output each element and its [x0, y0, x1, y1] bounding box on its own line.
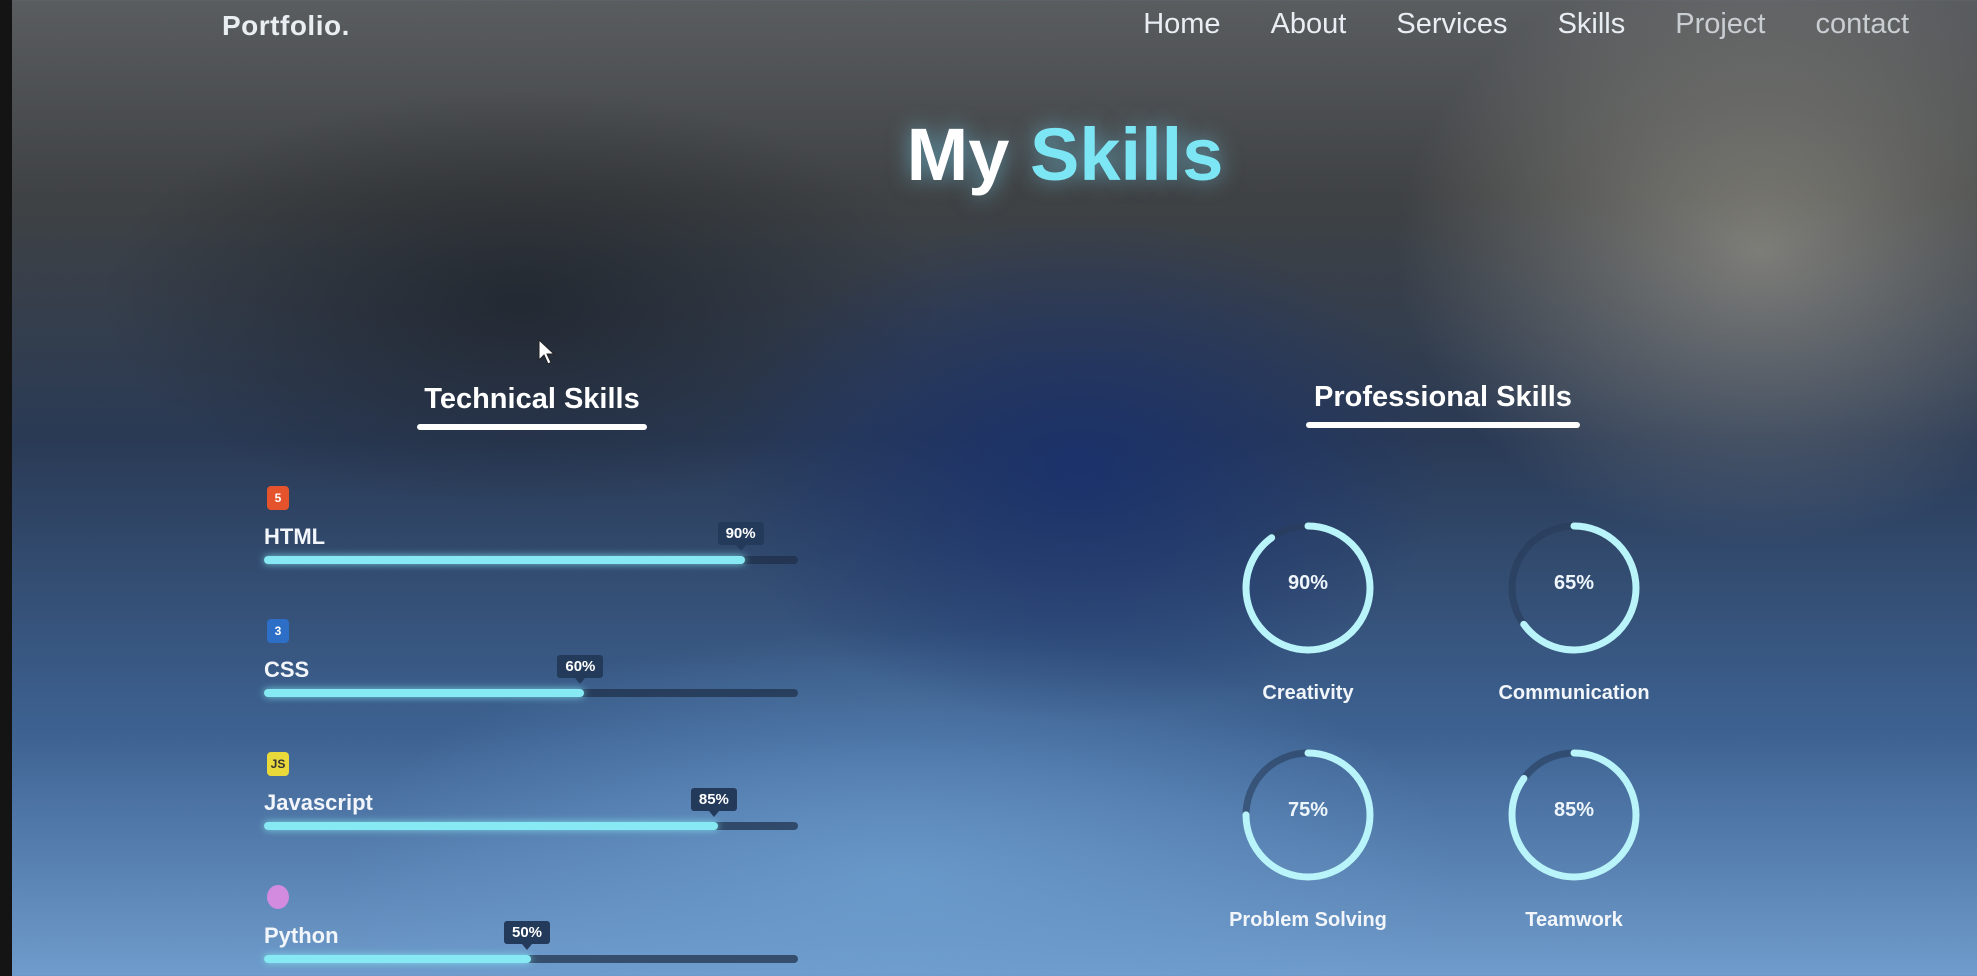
skill-python: Python 50%	[262, 879, 798, 976]
skill-name: Python	[264, 923, 339, 948]
skill-progress-track	[264, 689, 798, 697]
python-icon	[267, 885, 289, 909]
ring-percent: 65%	[1553, 572, 1595, 594]
nav-project[interactable]: Project	[1675, 8, 1765, 41]
skill-name: CSS	[264, 657, 310, 682]
technical-skills-heading: Technical Skills	[417, 383, 647, 430]
skill-ring-creativity: 90% Creativity	[1208, 518, 1408, 705]
ring-label: Teamwork	[1525, 909, 1623, 931]
title-accent: Skills	[1030, 113, 1224, 196]
ring-percent: 90%	[1287, 572, 1329, 594]
skill-progress-track	[264, 556, 798, 564]
nav-skills[interactable]: Skills	[1558, 8, 1626, 41]
nav-services[interactable]: Services	[1396, 8, 1507, 41]
skill-ring-teamwork: 85% Teamwork	[1474, 745, 1674, 932]
javascript-icon: JS	[267, 752, 289, 776]
skill-percent-tag: 50%	[503, 921, 551, 950]
professional-skills-heading: Professional Skills	[1306, 381, 1580, 428]
skill-javascript: JS Javascript 85%	[262, 746, 798, 879]
ring-label: Problem Solving	[1229, 909, 1387, 931]
title-main: My	[906, 113, 1010, 196]
ring-percent: 85%	[1553, 799, 1595, 821]
logo[interactable]: Portfolio.	[222, 10, 350, 42]
skill-percent-tag: 85%	[690, 788, 737, 817]
technical-skills-list: 5 HTML 90% 3 CSS 60% JS Javascript 85% P…	[262, 480, 798, 976]
technical-heading-underline	[417, 424, 647, 430]
ring-percent: 75%	[1287, 799, 1329, 821]
css3-icon: 3	[267, 619, 289, 643]
technical-heading-text: Technical Skills	[424, 383, 640, 415]
mouse-cursor-icon	[538, 339, 556, 365]
skill-percent-tag: 60%	[557, 655, 604, 684]
page-title: My Skills	[0, 112, 1977, 197]
skill-progress-track	[264, 822, 798, 830]
professional-heading-text: Professional Skills	[1314, 381, 1572, 413]
html5-icon: 5	[267, 486, 289, 510]
skill-css: 3 CSS 60%	[262, 613, 798, 746]
skill-progress-fill	[264, 822, 718, 830]
skill-name: Javascript	[264, 790, 373, 815]
skill-progress-track	[264, 955, 798, 963]
skill-html: 5 HTML 90%	[262, 480, 798, 613]
skill-name: HTML	[264, 524, 326, 549]
skill-ring-communication: 65% Communication	[1474, 518, 1674, 705]
ring-label: Creativity	[1262, 682, 1354, 704]
nav-about[interactable]: About	[1271, 8, 1347, 41]
nav-contact[interactable]: contact	[1816, 8, 1910, 41]
skill-percent-tag: 90%	[717, 522, 764, 551]
professional-heading-underline	[1306, 422, 1580, 428]
skill-progress-fill	[264, 689, 585, 697]
skill-progress-fill	[264, 556, 745, 564]
ring-label: Communication	[1498, 682, 1650, 704]
skill-progress-fill	[264, 955, 531, 963]
main-nav: Home About Services Skills Project conta…	[1143, 8, 1909, 41]
nav-home[interactable]: Home	[1143, 8, 1220, 41]
skill-ring-problem-solving: 75% Problem Solving	[1208, 745, 1408, 932]
